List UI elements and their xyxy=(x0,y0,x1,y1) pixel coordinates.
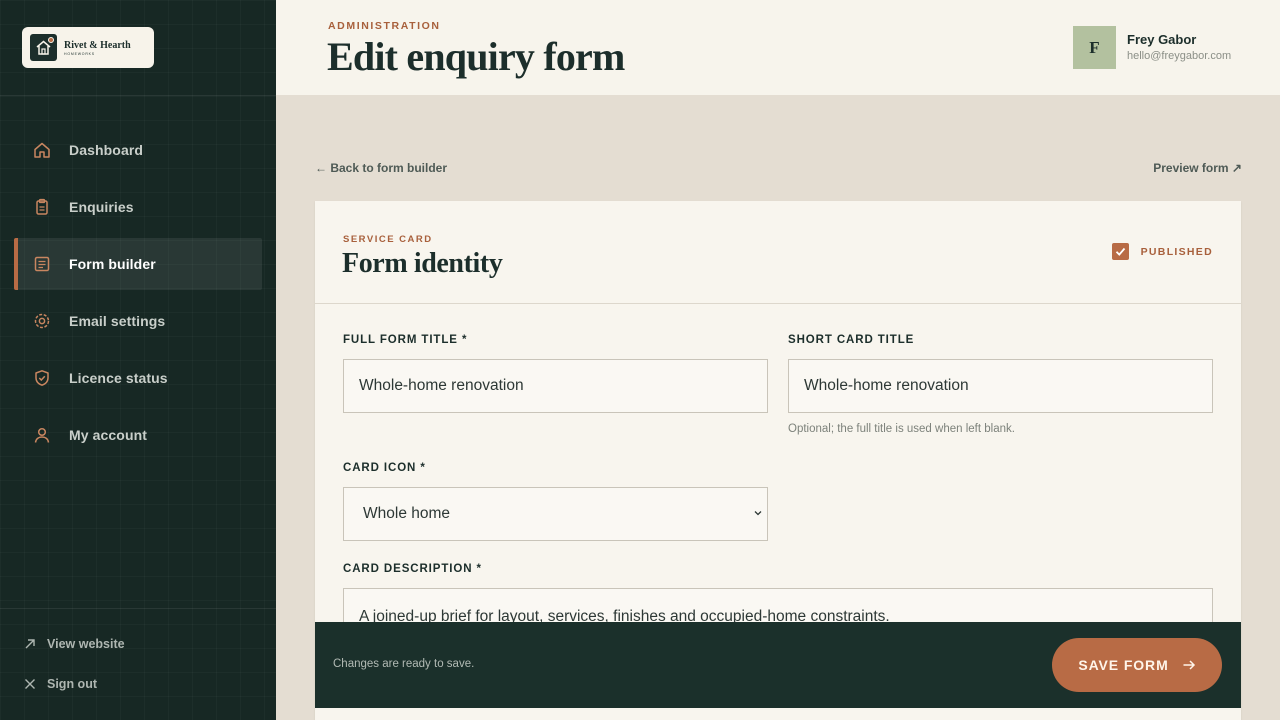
card-title: Form identity xyxy=(342,248,503,279)
user-email: hello@freygabor.com xyxy=(1127,50,1232,62)
short-title-label: SHORT CARD TITLE xyxy=(788,334,915,346)
card-icon-selected-value: Whole home xyxy=(363,505,451,522)
published-toggle[interactable]: PUBLISHED xyxy=(1111,243,1213,260)
card-icon-label: CARD ICON * xyxy=(343,462,426,474)
sidebar-nav: Dashboard Enquiries Form builder Email s… xyxy=(14,124,262,466)
view-website-link[interactable]: View website xyxy=(22,630,125,658)
sidebar-item-label: Email settings xyxy=(69,313,166,329)
sidebar-footer: View website Sign out xyxy=(22,630,125,710)
sidebar-item-my-account[interactable]: My account xyxy=(14,409,262,461)
sidebar-item-label: Dashboard xyxy=(69,142,144,158)
view-website-label: View website xyxy=(47,637,125,651)
card-icon-select[interactable]: Whole home xyxy=(343,487,768,541)
save-form-button[interactable]: SAVE FORM xyxy=(1052,638,1222,692)
save-status-text: Changes are ready to save. xyxy=(333,658,475,670)
avatar[interactable]: F xyxy=(1073,26,1116,69)
chevron-down-icon xyxy=(754,511,762,516)
user-name: Frey Gabor xyxy=(1127,32,1197,47)
header-eyebrow: ADMINISTRATION xyxy=(328,20,441,32)
sign-out-link[interactable]: Sign out xyxy=(22,670,125,698)
sidebar-item-label: Enquiries xyxy=(69,199,134,215)
check-icon xyxy=(1115,247,1125,256)
sidebar-footer-divider xyxy=(0,608,276,609)
page-header: ADMINISTRATION Edit enquiry form F Frey … xyxy=(276,0,1280,95)
sidebar-item-email-settings[interactable]: Email settings xyxy=(14,295,262,347)
full-title-input[interactable]: Whole-home renovation xyxy=(343,359,768,413)
card-eyebrow: SERVICE CARD xyxy=(343,234,433,245)
sidebar-item-enquiries[interactable]: Enquiries xyxy=(14,181,262,233)
user-icon xyxy=(32,425,52,445)
sidebar-item-form-builder[interactable]: Form builder xyxy=(14,238,262,290)
short-title-help: Optional; the full title is used when le… xyxy=(788,423,1015,435)
sidebar-item-label: My account xyxy=(69,427,148,443)
short-title-input[interactable]: Whole-home renovation xyxy=(788,359,1213,413)
arrow-right-icon xyxy=(1182,658,1196,672)
sign-out-label: Sign out xyxy=(47,677,97,691)
home-icon xyxy=(32,140,52,160)
card-header: SERVICE CARD Form identity PUBLISHED xyxy=(315,201,1241,304)
brand-logo[interactable]: Rivet & Hearth HOMEWORKS xyxy=(22,27,154,68)
gear-icon xyxy=(32,311,52,331)
brand-tagline: HOMEWORKS xyxy=(64,51,95,56)
card-description-label: CARD DESCRIPTION * xyxy=(343,563,482,575)
sidebar-divider xyxy=(0,95,276,96)
page-title: Edit enquiry form xyxy=(327,34,625,79)
brand-name: Rivet & Hearth xyxy=(64,39,131,51)
save-form-label: SAVE FORM xyxy=(1078,657,1169,673)
published-checkbox[interactable] xyxy=(1111,243,1129,260)
sidebar-item-licence-status[interactable]: Licence status xyxy=(14,352,262,404)
close-icon xyxy=(22,676,38,692)
form-icon xyxy=(32,254,52,274)
card-bottom-edge xyxy=(315,708,1241,720)
save-bar: Changes are ready to save. SAVE FORM xyxy=(315,622,1241,708)
sidebar-item-label: Form builder xyxy=(69,256,156,272)
sidebar-item-label: Licence status xyxy=(69,370,168,386)
sidebar-item-dashboard[interactable]: Dashboard xyxy=(14,124,262,176)
published-label: PUBLISHED xyxy=(1140,245,1213,258)
house-logo-icon xyxy=(30,34,57,61)
preview-form-link[interactable]: Preview form ↗ xyxy=(1153,161,1242,175)
back-to-form-builder-link[interactable]: ← Back to form builder xyxy=(315,161,447,175)
sidebar: Rivet & Hearth HOMEWORKS Dashboard Enqui… xyxy=(0,0,276,720)
clipboard-icon xyxy=(32,197,52,217)
external-arrow-icon xyxy=(22,636,38,652)
full-title-label: FULL FORM TITLE * xyxy=(343,334,468,346)
shield-check-icon xyxy=(32,368,52,388)
